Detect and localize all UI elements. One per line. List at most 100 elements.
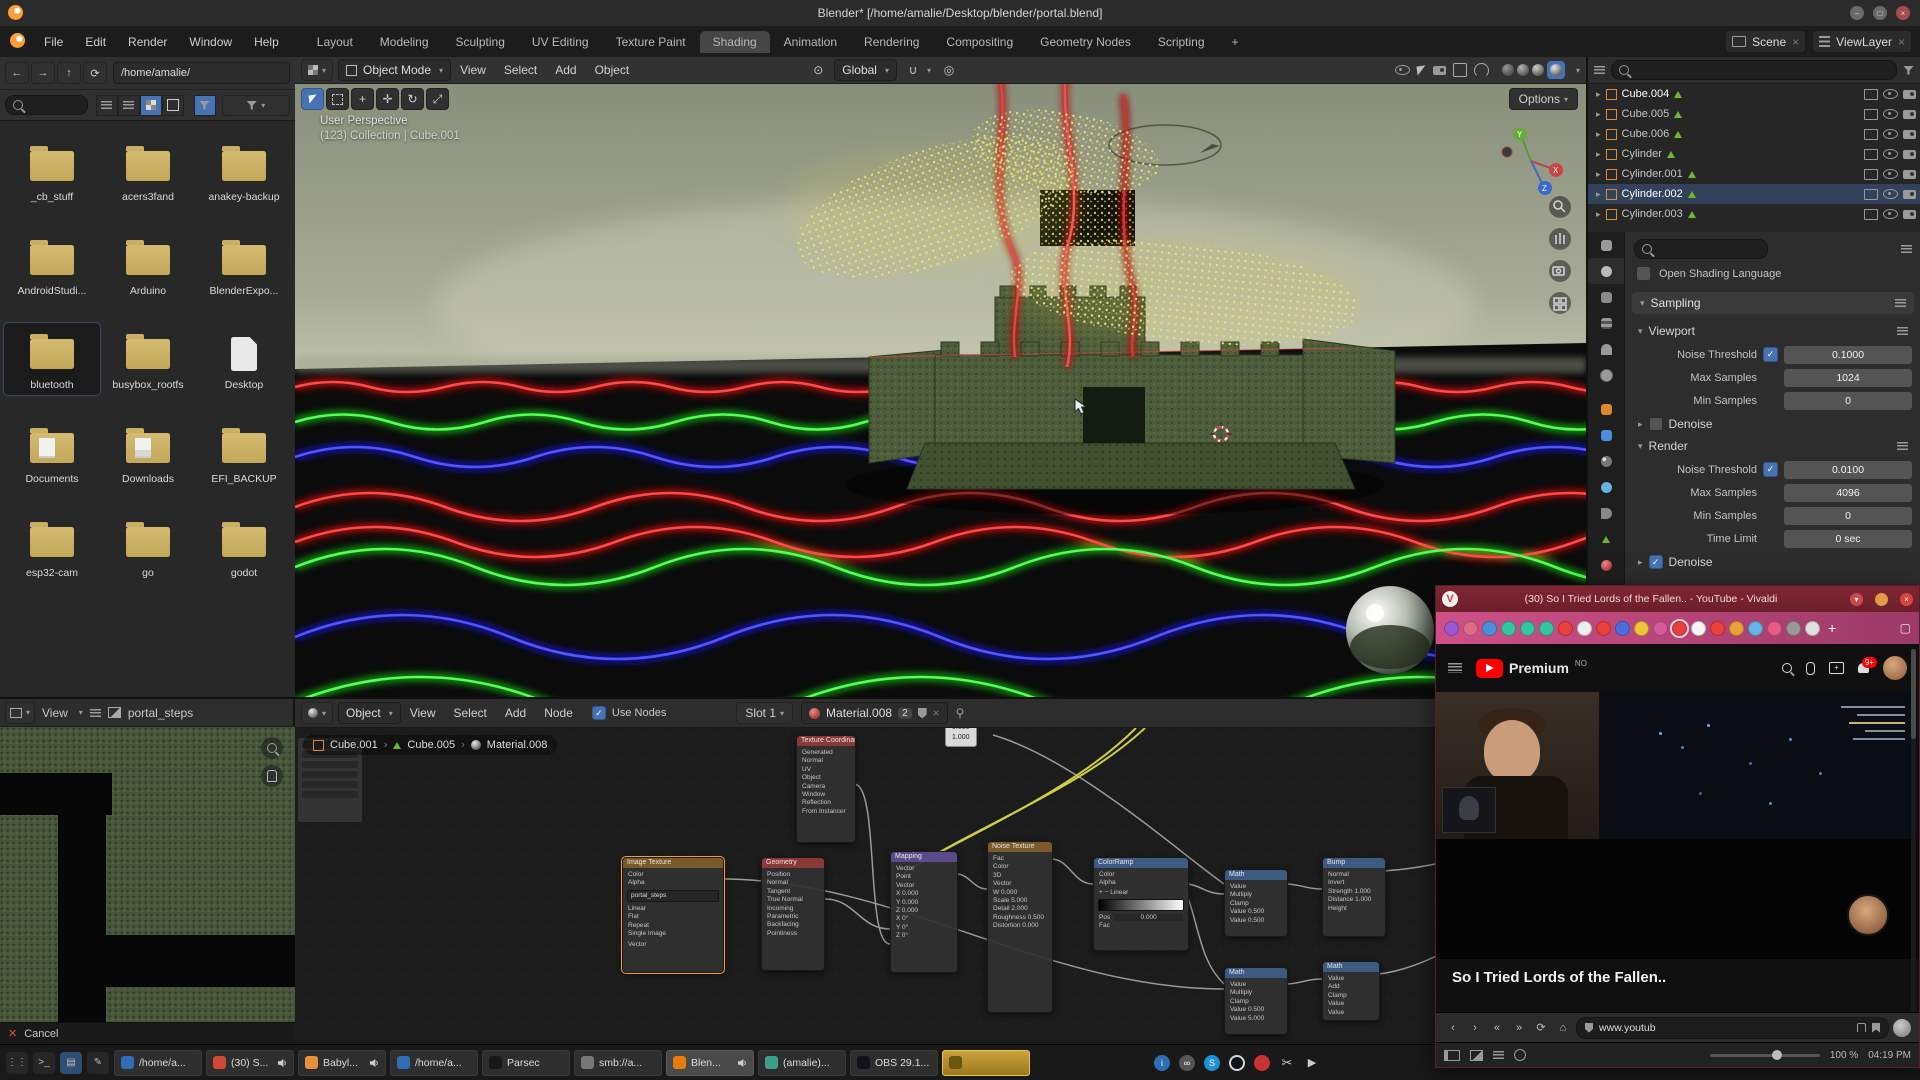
disable-in-viewport-icon[interactable] <box>1864 89 1878 100</box>
back-icon[interactable]: ‹ <box>1444 1022 1462 1034</box>
node-header[interactable]: ColorRamp <box>1094 858 1188 868</box>
node-header[interactable]: Math <box>1225 870 1287 880</box>
editor-type-dropdown[interactable]: ▾ <box>301 702 333 724</box>
tool-rotate-button[interactable]: ↻ <box>401 88 424 110</box>
video-player-area[interactable] <box>1436 692 1919 839</box>
camera-view-icon[interactable] <box>1433 66 1446 75</box>
record-tray-icon[interactable] <box>1254 1055 1270 1071</box>
viewport-menu-item[interactable]: Add <box>546 63 585 77</box>
fake-user-shield-icon[interactable] <box>918 708 927 719</box>
pan-hand-button[interactable] <box>261 765 283 787</box>
folder-tile[interactable]: Downloads <box>100 417 196 489</box>
gizmos-icon[interactable] <box>1474 63 1489 78</box>
image-texture-node[interactable]: Image Texture Color Alpha portal_steps L… <box>622 857 724 973</box>
property-checkbox[interactable]: ✓ <box>1763 462 1778 477</box>
shader-node[interactable]: Geometry Position Normal Tangent True No… <box>761 857 825 971</box>
browser-tab[interactable] <box>1691 621 1706 636</box>
hide-in-viewport-icon[interactable] <box>1883 209 1898 219</box>
outliner-row[interactable]: ▸ Cylinder.001 <box>1588 164 1920 184</box>
hide-in-viewport-icon[interactable] <box>1883 149 1898 159</box>
tab-tool[interactable] <box>1588 232 1624 258</box>
display-list-button[interactable] <box>96 95 118 116</box>
tab-modifiers[interactable] <box>1588 422 1624 448</box>
shader-node[interactable]: Mapping Vector Point Vector X 0.000 Y 0.… <box>890 851 958 973</box>
youtube-logo[interactable]: Premium NO <box>1476 659 1587 678</box>
images-toggle-icon[interactable] <box>1470 1050 1483 1061</box>
browser-tab[interactable] <box>1672 621 1687 636</box>
outliner-row[interactable]: ▸ Cylinder.002 <box>1588 184 1920 204</box>
outliner-row[interactable]: ▸ Cube.006 <box>1588 124 1920 144</box>
tab-view-layer[interactable] <box>1588 310 1624 336</box>
scrollbar-thumb[interactable] <box>1911 649 1916 739</box>
page-actions-icon[interactable] <box>1493 1051 1504 1059</box>
use-nodes-checkbox[interactable]: ✓ <box>592 706 606 720</box>
viewport-menu-item[interactable]: Select <box>495 63 546 77</box>
maximize-button[interactable] <box>1875 593 1888 606</box>
property-value-field[interactable]: 1024 <box>1784 369 1912 387</box>
property-value-field[interactable]: 0 <box>1784 507 1912 525</box>
files-icon[interactable]: ▤ <box>60 1052 82 1074</box>
shader-node[interactable]: Noise Texture Fac Color 3D Vector W 0.00… <box>987 841 1053 1013</box>
orientation-dropdown[interactable]: Global▾ <box>834 59 897 81</box>
close-button[interactable]: × <box>1900 593 1913 606</box>
expand-arrow-icon[interactable]: ▸ <box>1596 89 1601 100</box>
expand-arrow-icon[interactable]: ▸ <box>1596 149 1601 160</box>
use-nodes-toggle[interactable]: ✓ Use Nodes <box>592 706 666 720</box>
node-header[interactable]: Bump <box>1323 858 1385 868</box>
disable-in-render-icon[interactable] <box>1903 210 1916 219</box>
shading-solid-button[interactable] <box>1517 64 1529 76</box>
folder-tile[interactable]: acers3fand <box>100 135 196 207</box>
overlays-icon[interactable] <box>1453 63 1467 77</box>
shader-menu-item[interactable]: View <box>401 706 445 720</box>
display-detail-button[interactable] <box>118 95 140 116</box>
browser-tab[interactable] <box>1501 621 1516 636</box>
workspace-tab[interactable]: Shading <box>700 31 770 53</box>
play-tray-icon[interactable]: ▶ <box>1304 1055 1320 1071</box>
workspace-tab[interactable]: Geometry Nodes <box>1027 31 1144 53</box>
filter-settings-dropdown[interactable]: ▾ <box>222 95 291 116</box>
visibility-dropdown-icon[interactable] <box>1395 65 1410 75</box>
property-value-field[interactable]: 0.1000 <box>1784 346 1912 364</box>
image-name-field[interactable]: portal_steps <box>627 890 719 902</box>
link-tray-icon[interactable]: ∞ <box>1179 1055 1195 1071</box>
file-search-input[interactable] <box>5 95 88 115</box>
mic-icon[interactable] <box>1806 662 1815 675</box>
fast-forward-icon[interactable]: » <box>1510 1022 1528 1034</box>
hide-in-viewport-icon[interactable] <box>1883 109 1898 119</box>
property-value-field[interactable]: 0 sec <box>1784 530 1912 548</box>
url-field[interactable]: www.youtub <box>1576 1017 1889 1039</box>
menu-item[interactable]: Help <box>243 35 290 49</box>
shader-editor[interactable]: ▾ Object▾ ViewSelectAddNode ✓ Use Nodes … <box>295 697 1586 1044</box>
hamburger-menu-icon[interactable] <box>1448 663 1462 673</box>
disable-in-viewport-icon[interactable] <box>1864 149 1878 160</box>
maximize-button[interactable]: □ <box>1873 6 1887 20</box>
folder-tile[interactable]: esp32-cam <box>4 511 100 583</box>
shader-menu-item[interactable]: Select <box>445 706 496 720</box>
editor-icon[interactable]: ✎ <box>87 1052 109 1074</box>
disable-in-viewport-icon[interactable] <box>1864 129 1878 140</box>
tab-particles[interactable] <box>1588 448 1624 474</box>
scissors-tray-icon[interactable]: ✂ <box>1279 1055 1295 1071</box>
proportional-edit-icon[interactable]: ◎ <box>939 60 959 80</box>
hide-in-viewport-icon[interactable] <box>1883 129 1898 139</box>
expand-arrow-icon[interactable]: ▸ <box>1596 189 1601 200</box>
workspace-tab[interactable]: Texture Paint <box>603 31 699 53</box>
terminal-icon[interactable]: >_ <box>33 1052 55 1074</box>
browser-tab[interactable] <box>1463 621 1478 636</box>
sampling-section-header[interactable]: ▾Sampling <box>1632 292 1914 314</box>
notifications-bell[interactable]: 9+ <box>1858 663 1869 673</box>
workspace-tab[interactable]: + <box>1219 31 1252 53</box>
node-header[interactable]: Mapping <box>891 852 957 862</box>
blender-app-icon[interactable] <box>10 33 25 51</box>
outliner-filter-menu-icon[interactable] <box>1594 66 1605 74</box>
workspace-tab[interactable]: Compositing <box>933 31 1026 53</box>
subsection-menu-icon[interactable] <box>1897 327 1908 335</box>
minimize-button[interactable]: ▾ <box>1850 593 1863 606</box>
transform-pivot-icon[interactable]: ⊙ <box>808 60 828 80</box>
expand-arrow-icon[interactable]: ▸ <box>1596 129 1601 140</box>
refresh-button[interactable]: ⟳ <box>83 62 107 84</box>
disable-in-render-icon[interactable] <box>1903 110 1916 119</box>
snap-magnet-icon[interactable]: ∪ <box>903 60 923 80</box>
browser-tab[interactable] <box>1786 621 1801 636</box>
taskbar-window-button[interactable]: OBS 29.1... <box>850 1050 938 1076</box>
